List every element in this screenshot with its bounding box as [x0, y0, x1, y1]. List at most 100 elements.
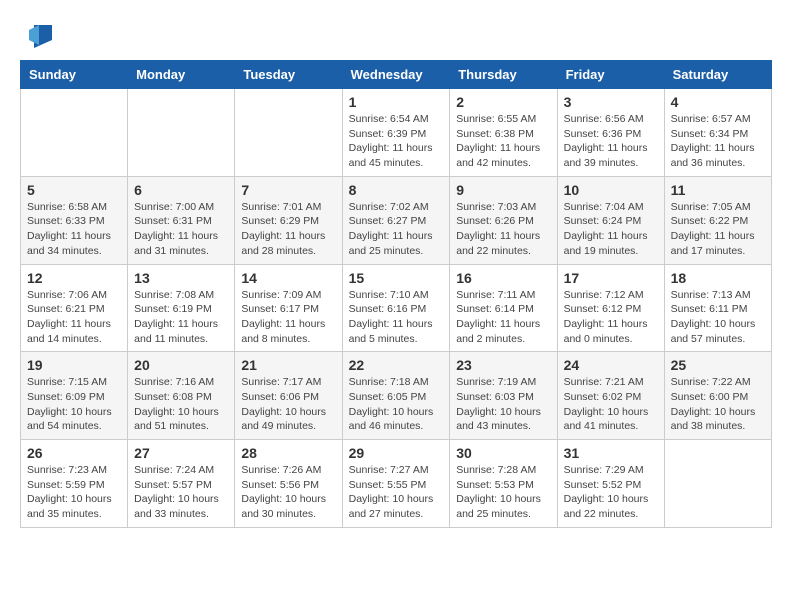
- day-info: Sunrise: 7:02 AM Sunset: 6:27 PM Dayligh…: [349, 200, 444, 259]
- day-info: Sunrise: 6:57 AM Sunset: 6:34 PM Dayligh…: [671, 112, 765, 171]
- calendar-cell: 5Sunrise: 6:58 AM Sunset: 6:33 PM Daylig…: [21, 176, 128, 264]
- calendar-cell: 15 Sunrise: 7:10 AM Sunset: 6:16 PM Dayli…: [342, 264, 450, 352]
- day-info: Sunrise: 7:27 AM Sunset: 5:55 PM Dayligh…: [349, 463, 444, 522]
- calendar-cell: 23Sunrise: 7:19 AM Sunset: 6:03 PM Dayli…: [450, 352, 557, 440]
- day-header-tuesday: Tuesday: [235, 61, 342, 89]
- day-info: Sunrise: 7:13 AM Sunset: 6:11 PM Dayligh…: [671, 288, 765, 347]
- day-header-wednesday: Wednesday: [342, 61, 450, 89]
- calendar-cell: 31Sunrise: 7:29 AM Sunset: 5:52 PM Dayli…: [557, 440, 664, 528]
- calendar-cell: [128, 89, 235, 177]
- day-info: Sunrise: 7:10 AM Sunset: 6:16 PM Dayligh…: [349, 288, 444, 347]
- calendar-cell: 1 Sunrise: 6:54 AM Sunset: 6:39 PM Daylig…: [342, 89, 450, 177]
- day-number: 2: [456, 94, 550, 110]
- calendar-cell: 16 Sunrise: 7:11 AM Sunset: 6:14 PM Dayli…: [450, 264, 557, 352]
- calendar-cell: 24 Sunrise: 7:21 AM Sunset: 6:02 PM Dayli…: [557, 352, 664, 440]
- day-number: 23: [456, 357, 550, 373]
- day-number: 8: [349, 182, 444, 198]
- calendar-cell: 14Sunrise: 7:09 AM Sunset: 6:17 PM Dayli…: [235, 264, 342, 352]
- day-number: 26: [27, 445, 121, 461]
- day-header-sunday: Sunday: [21, 61, 128, 89]
- day-number: 22: [349, 357, 444, 373]
- calendar-cell: 6 Sunrise: 7:00 AM Sunset: 6:31 PM Daylig…: [128, 176, 235, 264]
- day-number: 7: [241, 182, 335, 198]
- calendar-cell: 4 Sunrise: 6:57 AM Sunset: 6:34 PM Daylig…: [664, 89, 771, 177]
- day-number: 3: [564, 94, 658, 110]
- calendar-week-row: 1 Sunrise: 6:54 AM Sunset: 6:39 PM Daylig…: [21, 89, 772, 177]
- day-info: Sunrise: 7:06 AM Sunset: 6:21 PM Dayligh…: [27, 288, 121, 347]
- calendar-cell: 8 Sunrise: 7:02 AM Sunset: 6:27 PM Daylig…: [342, 176, 450, 264]
- day-number: 20: [134, 357, 228, 373]
- day-header-saturday: Saturday: [664, 61, 771, 89]
- calendar-week-row: 12 Sunrise: 7:06 AM Sunset: 6:21 PM Dayli…: [21, 264, 772, 352]
- calendar-cell: 13Sunrise: 7:08 AM Sunset: 6:19 PM Dayli…: [128, 264, 235, 352]
- calendar-cell: 11Sunrise: 7:05 AM Sunset: 6:22 PM Dayli…: [664, 176, 771, 264]
- day-info: Sunrise: 7:22 AM Sunset: 6:00 PM Dayligh…: [671, 375, 765, 434]
- calendar-cell: 27 Sunrise: 7:24 AM Sunset: 5:57 PM Dayli…: [128, 440, 235, 528]
- day-number: 25: [671, 357, 765, 373]
- day-info: Sunrise: 7:26 AM Sunset: 5:56 PM Dayligh…: [241, 463, 335, 522]
- calendar-cell: 18 Sunrise: 7:13 AM Sunset: 6:11 PM Dayli…: [664, 264, 771, 352]
- calendar-cell: 2 Sunrise: 6:55 AM Sunset: 6:38 PM Daylig…: [450, 89, 557, 177]
- day-info: Sunrise: 7:05 AM Sunset: 6:22 PM Dayligh…: [671, 200, 765, 259]
- day-number: 28: [241, 445, 335, 461]
- calendar-cell: 12 Sunrise: 7:06 AM Sunset: 6:21 PM Dayli…: [21, 264, 128, 352]
- day-number: 18: [671, 270, 765, 286]
- day-info: Sunrise: 7:04 AM Sunset: 6:24 PM Dayligh…: [564, 200, 658, 259]
- day-info: Sunrise: 7:01 AM Sunset: 6:29 PM Dayligh…: [241, 200, 335, 259]
- day-number: 31: [564, 445, 658, 461]
- day-number: 9: [456, 182, 550, 198]
- day-info: Sunrise: 6:56 AM Sunset: 6:36 PM Dayligh…: [564, 112, 658, 171]
- calendar-cell: 22 Sunrise: 7:18 AM Sunset: 6:05 PM Dayli…: [342, 352, 450, 440]
- day-info: Sunrise: 7:03 AM Sunset: 6:26 PM Dayligh…: [456, 200, 550, 259]
- calendar-cell: 10 Sunrise: 7:04 AM Sunset: 6:24 PM Dayli…: [557, 176, 664, 264]
- day-number: 19: [27, 357, 121, 373]
- day-info: Sunrise: 7:23 AM Sunset: 5:59 PM Dayligh…: [27, 463, 121, 522]
- calendar-cell: 28 Sunrise: 7:26 AM Sunset: 5:56 PM Dayli…: [235, 440, 342, 528]
- day-number: 12: [27, 270, 121, 286]
- day-number: 27: [134, 445, 228, 461]
- day-number: 4: [671, 94, 765, 110]
- day-info: Sunrise: 6:55 AM Sunset: 6:38 PM Dayligh…: [456, 112, 550, 171]
- calendar-cell: 26 Sunrise: 7:23 AM Sunset: 5:59 PM Dayli…: [21, 440, 128, 528]
- calendar-cell: 7 Sunrise: 7:01 AM Sunset: 6:29 PM Daylig…: [235, 176, 342, 264]
- day-number: 16: [456, 270, 550, 286]
- day-info: Sunrise: 7:09 AM Sunset: 6:17 PM Dayligh…: [241, 288, 335, 347]
- calendar-cell: 9 Sunrise: 7:03 AM Sunset: 6:26 PM Daylig…: [450, 176, 557, 264]
- day-info: Sunrise: 7:15 AM Sunset: 6:09 PM Dayligh…: [27, 375, 121, 434]
- logo-icon: [24, 20, 54, 50]
- calendar-cell: [664, 440, 771, 528]
- calendar-cell: 17 Sunrise: 7:12 AM Sunset: 6:12 PM Dayli…: [557, 264, 664, 352]
- day-header-monday: Monday: [128, 61, 235, 89]
- day-number: 15: [349, 270, 444, 286]
- calendar-week-row: 26 Sunrise: 7:23 AM Sunset: 5:59 PM Dayli…: [21, 440, 772, 528]
- day-info: Sunrise: 6:54 AM Sunset: 6:39 PM Dayligh…: [349, 112, 444, 171]
- calendar-header-row: SundayMondayTuesdayWednesdayThursdayFrid…: [21, 61, 772, 89]
- day-number: 10: [564, 182, 658, 198]
- day-info: Sunrise: 7:12 AM Sunset: 6:12 PM Dayligh…: [564, 288, 658, 347]
- day-info: Sunrise: 7:17 AM Sunset: 6:06 PM Dayligh…: [241, 375, 335, 434]
- day-info: Sunrise: 7:28 AM Sunset: 5:53 PM Dayligh…: [456, 463, 550, 522]
- day-info: Sunrise: 7:11 AM Sunset: 6:14 PM Dayligh…: [456, 288, 550, 347]
- day-number: 24: [564, 357, 658, 373]
- day-info: Sunrise: 7:16 AM Sunset: 6:08 PM Dayligh…: [134, 375, 228, 434]
- day-header-friday: Friday: [557, 61, 664, 89]
- calendar-cell: 3 Sunrise: 6:56 AM Sunset: 6:36 PM Daylig…: [557, 89, 664, 177]
- day-number: 17: [564, 270, 658, 286]
- calendar-cell: 20 Sunrise: 7:16 AM Sunset: 6:08 PM Dayli…: [128, 352, 235, 440]
- day-info: Sunrise: 7:08 AM Sunset: 6:19 PM Dayligh…: [134, 288, 228, 347]
- day-number: 1: [349, 94, 444, 110]
- calendar-cell: 30 Sunrise: 7:28 AM Sunset: 5:53 PM Dayli…: [450, 440, 557, 528]
- day-number: 6: [134, 182, 228, 198]
- logo: [20, 20, 54, 50]
- calendar-cell: [235, 89, 342, 177]
- page-header: [20, 20, 772, 50]
- calendar-table: SundayMondayTuesdayWednesdayThursdayFrid…: [20, 60, 772, 528]
- day-info: Sunrise: 7:21 AM Sunset: 6:02 PM Dayligh…: [564, 375, 658, 434]
- day-info: Sunrise: 7:18 AM Sunset: 6:05 PM Dayligh…: [349, 375, 444, 434]
- day-number: 21: [241, 357, 335, 373]
- calendar-cell: [21, 89, 128, 177]
- calendar-week-row: 5Sunrise: 6:58 AM Sunset: 6:33 PM Daylig…: [21, 176, 772, 264]
- day-info: Sunrise: 7:00 AM Sunset: 6:31 PM Dayligh…: [134, 200, 228, 259]
- day-number: 30: [456, 445, 550, 461]
- day-info: Sunrise: 7:24 AM Sunset: 5:57 PM Dayligh…: [134, 463, 228, 522]
